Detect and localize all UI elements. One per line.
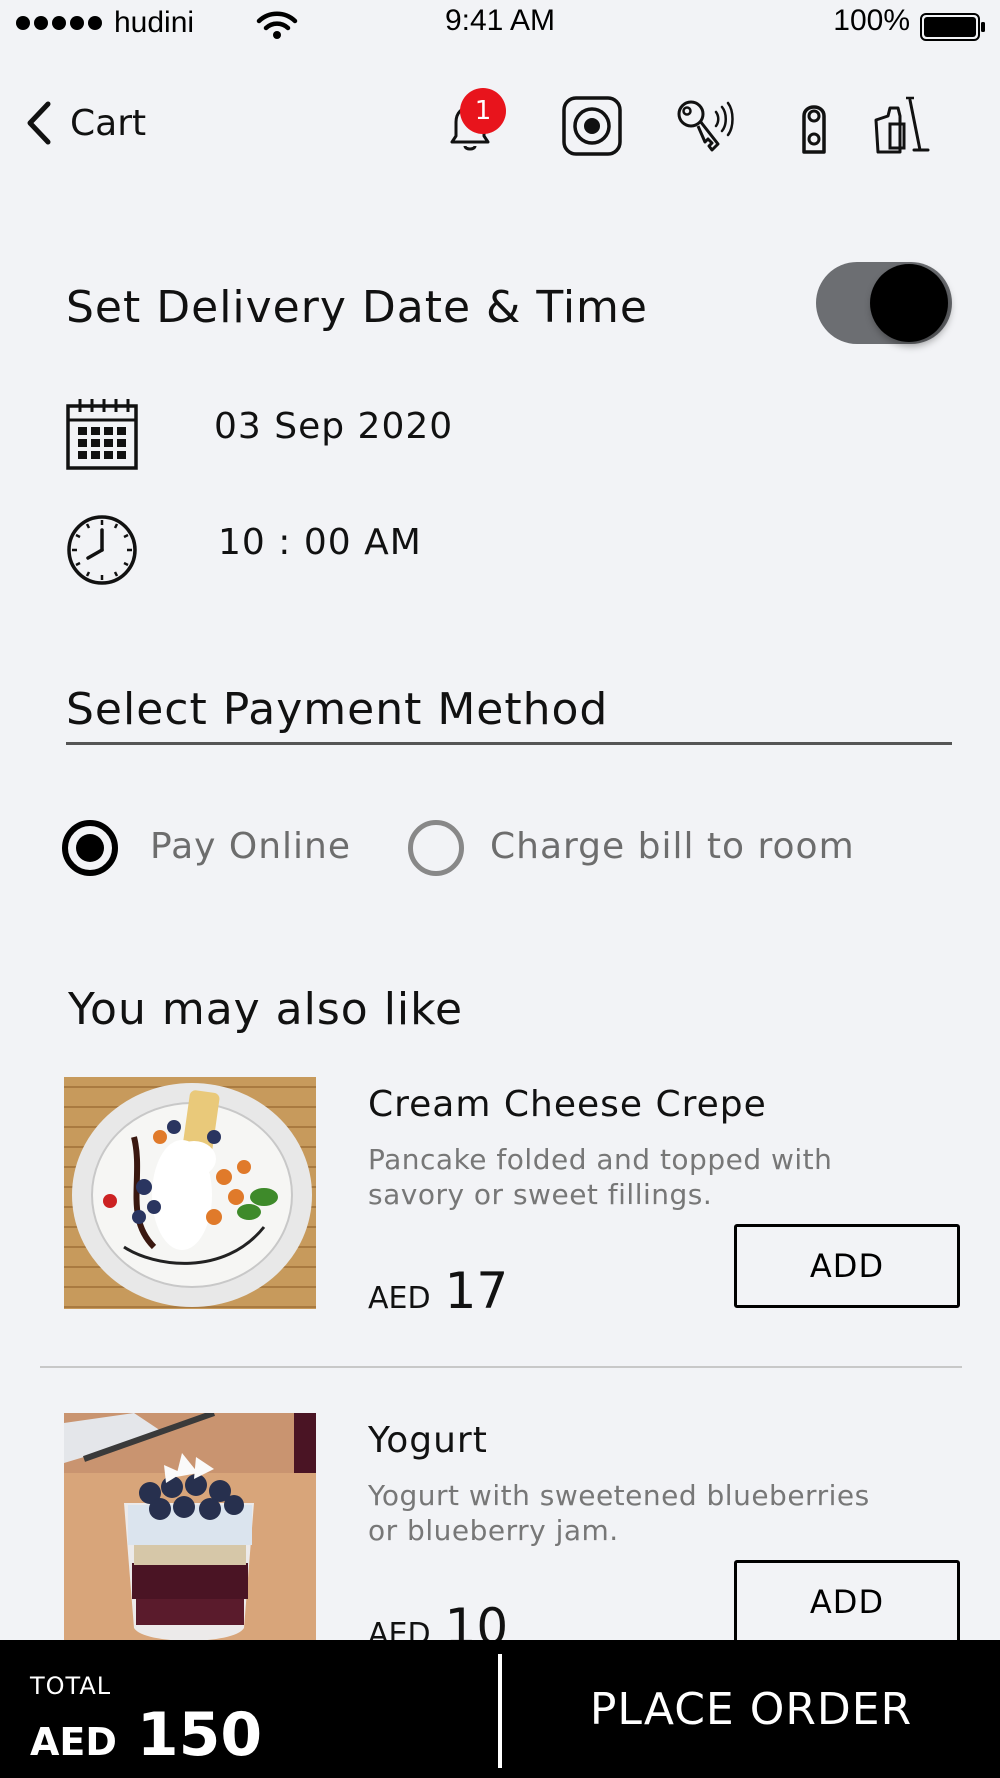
toggle-knob bbox=[870, 264, 948, 342]
top-nav: Cart 1 bbox=[0, 80, 1000, 170]
payment-divider bbox=[66, 742, 952, 745]
pay-online-radio[interactable] bbox=[62, 820, 118, 876]
delivery-time[interactable]: 10 : 00 AM bbox=[218, 522, 422, 563]
back-label: Cart bbox=[70, 102, 147, 144]
total-label: TOTAL bbox=[30, 1672, 112, 1700]
chevron-left-icon bbox=[27, 101, 51, 145]
charge-room-radio[interactable] bbox=[408, 820, 464, 876]
item-name: Cream Cheese Crepe bbox=[368, 1084, 767, 1125]
digital-key-icon[interactable] bbox=[674, 94, 738, 158]
notification-badge: 1 bbox=[460, 88, 506, 134]
delivery-toggle[interactable] bbox=[816, 262, 952, 344]
item-description: Pancake folded and topped with savory or… bbox=[368, 1143, 833, 1211]
total-currency: AED bbox=[30, 1720, 117, 1764]
price-amount: 17 bbox=[444, 1262, 509, 1320]
speaker-icon[interactable] bbox=[560, 94, 624, 158]
crepe-image bbox=[64, 1077, 316, 1309]
battery-percent: 100% bbox=[833, 4, 910, 37]
back-button[interactable]: Cart bbox=[22, 100, 146, 146]
add-button[interactable]: ADD bbox=[734, 1560, 960, 1644]
suggestion-card: Cream Cheese Crepe Pancake folded and to… bbox=[0, 1076, 1000, 1406]
checkout-bar: TOTAL AED 150 PLACE ORDER bbox=[0, 1640, 1000, 1778]
pay-online-label[interactable]: Pay Online bbox=[150, 826, 351, 867]
item-price: AED 17 bbox=[368, 1262, 508, 1320]
clock-icon[interactable] bbox=[64, 512, 140, 588]
total-amount: 150 bbox=[136, 1700, 263, 1770]
add-button[interactable]: ADD bbox=[734, 1224, 960, 1308]
status-bar: hudini 9:41 AM 100% bbox=[0, 0, 1000, 50]
card-divider bbox=[40, 1366, 962, 1368]
total-value: AED 150 bbox=[30, 1700, 262, 1770]
delivery-date[interactable]: 03 Sep 2020 bbox=[214, 406, 453, 447]
calendar-icon[interactable] bbox=[64, 396, 140, 472]
housekeeping-icon[interactable] bbox=[870, 94, 934, 158]
battery-icon bbox=[920, 13, 985, 41]
delivery-title: Set Delivery Date & Time bbox=[66, 282, 648, 333]
item-description: Yogurt with sweetened blueberries or blu… bbox=[368, 1479, 870, 1547]
charge-room-label[interactable]: Charge bill to room bbox=[490, 826, 855, 867]
suggestions-title: You may also like bbox=[68, 984, 464, 1035]
do-not-disturb-icon[interactable] bbox=[782, 94, 846, 158]
payment-title: Select Payment Method bbox=[66, 684, 609, 735]
item-name: Yogurt bbox=[368, 1420, 488, 1461]
place-order-button[interactable]: PLACE ORDER bbox=[502, 1640, 1000, 1778]
yogurt-image bbox=[64, 1413, 316, 1645]
price-currency: AED bbox=[368, 1281, 431, 1316]
